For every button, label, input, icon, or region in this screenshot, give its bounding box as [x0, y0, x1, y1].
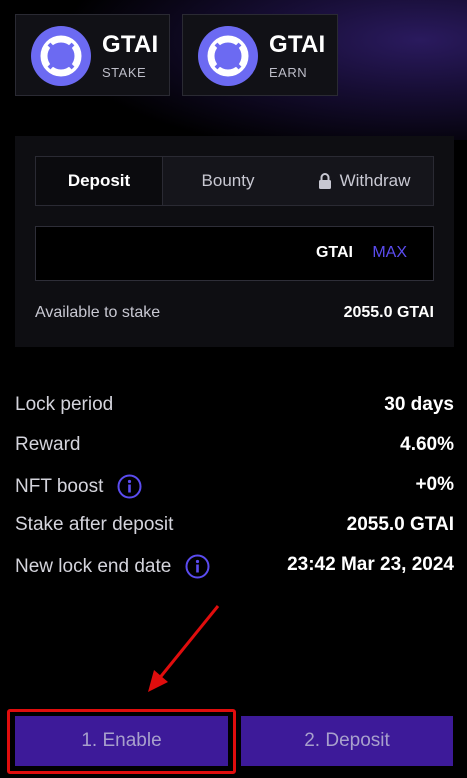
- lock-period-label-text: Lock period: [15, 394, 114, 415]
- lock-period-value: 30 days: [384, 394, 454, 415]
- tab-withdraw[interactable]: Withdraw: [293, 157, 435, 205]
- reward-value: 4.60%: [400, 434, 454, 455]
- reward-label: Reward: [15, 434, 80, 456]
- reward-label-text: Reward: [15, 434, 81, 455]
- lock-end-date-value: 23:42 Mar 23, 2024: [287, 554, 454, 575]
- lock-end-date-label: New lock end date: [15, 554, 210, 579]
- stake-after-deposit-value: 2055.0 GTAI: [346, 514, 454, 535]
- earn-token-card[interactable]: GTAI EARN: [182, 14, 338, 96]
- available-value: 2055.0 GTAI: [343, 304, 434, 321]
- lock-end-date-row: New lock end date 23:42 Mar 23, 2024: [15, 550, 454, 580]
- tab-bounty[interactable]: Bounty: [163, 157, 293, 205]
- annotation-arrow-icon: [148, 605, 220, 692]
- max-button[interactable]: MAX: [372, 244, 407, 262]
- lock-period-label: Lock period: [15, 394, 113, 416]
- deposit-button[interactable]: 2. Deposit: [241, 716, 453, 766]
- staking-page: GTAI STAKE GTAI EARN Deposit Bounty With…: [0, 0, 467, 778]
- tab-withdraw-label: Withdraw: [339, 171, 411, 190]
- stake-token-card[interactable]: GTAI STAKE: [15, 14, 170, 96]
- tab-bounty-label: Bounty: [201, 171, 255, 190]
- info-icon[interactable]: [117, 474, 142, 499]
- deposit-panel: Deposit Bounty Withdraw GTAI MAX Availab…: [15, 136, 454, 347]
- earn-token-name: GTAI: [269, 31, 326, 58]
- amount-input[interactable]: [46, 237, 296, 271]
- nft-boost-value: +0%: [415, 474, 454, 495]
- lock-end-date-label-text: New lock end date: [15, 555, 172, 577]
- tab-deposit-label: Deposit: [67, 171, 131, 190]
- enable-highlight-box: [7, 709, 236, 774]
- amount-token-label: GTAI: [315, 244, 353, 261]
- lock-icon: [318, 173, 331, 189]
- deposit-button-label: 2. Deposit: [304, 730, 390, 751]
- available-label: Available to stake: [35, 304, 161, 321]
- info-icon[interactable]: [185, 554, 210, 579]
- nft-boost-row: NFT boost +0%: [15, 470, 454, 500]
- gtai-logo-icon: [31, 26, 91, 86]
- nft-boost-label: NFT boost: [15, 474, 142, 499]
- gtai-logo-icon: [198, 26, 258, 86]
- nft-boost-label-text: NFT boost: [15, 475, 104, 497]
- reward-row: Reward 4.60%: [15, 430, 454, 460]
- stake-token-sub: STAKE: [102, 65, 147, 80]
- tab-bar: Deposit Bounty Withdraw: [35, 156, 434, 206]
- stake-token-name: GTAI: [102, 31, 159, 58]
- stake-after-deposit-label-text: Stake after deposit: [15, 514, 174, 535]
- stake-after-deposit-row: Stake after deposit 2055.0 GTAI: [15, 510, 454, 540]
- earn-token-sub: EARN: [269, 65, 308, 80]
- amount-field: GTAI MAX: [35, 226, 434, 281]
- lock-period-row: Lock period 30 days: [15, 390, 454, 420]
- tab-deposit[interactable]: Deposit: [36, 157, 163, 205]
- stake-after-deposit-label: Stake after deposit: [15, 514, 173, 536]
